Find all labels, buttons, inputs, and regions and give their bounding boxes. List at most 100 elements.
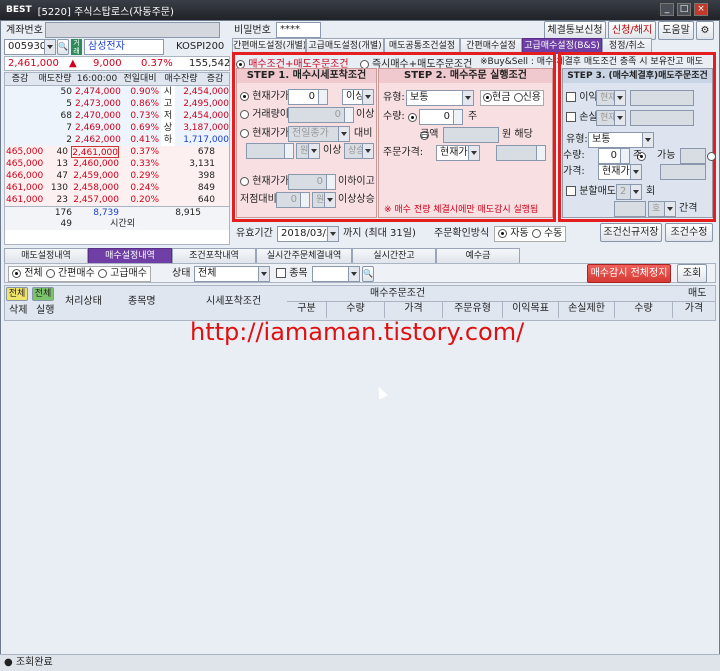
step1-cond-select[interactable]: 이상: [342, 89, 374, 105]
step1-r3: 현재가가: [240, 127, 289, 141]
step3-profit-input[interactable]: [630, 90, 694, 106]
step3-loss-checkbox[interactable]: [566, 112, 576, 122]
step3-profit-select[interactable]: 현재: [596, 90, 626, 106]
tab-bottom-3[interactable]: 조건포착내역: [172, 248, 256, 264]
step1-r2: 거래량이: [240, 108, 289, 122]
step3-loss-input[interactable]: [630, 110, 694, 126]
step3-avail-input[interactable]: [680, 148, 706, 164]
maximize-icon[interactable]: □: [677, 3, 691, 16]
step1-low-input[interactable]: 0: [288, 174, 336, 190]
step1-dir-select[interactable]: 상승: [344, 143, 374, 159]
filter-all-radio[interactable]: [12, 268, 21, 278]
save-condition-button[interactable]: 조건신규저장: [600, 223, 662, 242]
step3-type-select[interactable]: 보통: [588, 132, 654, 148]
ask-area: 50 2,474,000 0.90% 시 2,454,000 5 2,473,000 0.86…: [5, 86, 229, 146]
bid-row[interactable]: 461,000 130 2,458,000 0.24% 849: [5, 182, 229, 194]
select-all-execute-button[interactable]: 전체: [32, 287, 54, 301]
tab-bottom-1[interactable]: 매도설정내역: [4, 248, 88, 264]
step3-interval-unit[interactable]: 호: [648, 201, 676, 217]
step1-rebound-unit[interactable]: 원: [312, 192, 336, 208]
ask-row[interactable]: 68 2,470,000 0.73% 저 2,454,000: [5, 110, 229, 122]
step3-profit-checkbox[interactable]: [566, 92, 576, 102]
step1-radio-1[interactable]: [240, 91, 249, 101]
col-execute: 실행: [36, 305, 55, 316]
step1-unit-select[interactable]: 원: [296, 143, 320, 159]
step2-price-select[interactable]: 현재가: [436, 145, 480, 161]
select-all-delete-button[interactable]: 전체: [6, 287, 28, 301]
close-icon[interactable]: ×: [694, 3, 708, 16]
confirm-manual-radio[interactable]: [531, 228, 541, 238]
bid-row[interactable]: 465,000 13 2,460,000 0.33% 3,131: [5, 158, 229, 170]
step3-qty-input[interactable]: 0: [598, 148, 630, 164]
step1-radio-3[interactable]: [240, 128, 249, 138]
bid-row[interactable]: 461,000 23 2,457,000 0.20% 640: [5, 194, 229, 206]
search-icon[interactable]: 🔍: [57, 39, 69, 55]
step2-qty-label: 수량:: [383, 111, 405, 122]
change-rate: 0.37%: [141, 58, 173, 69]
account-label: 계좌번호: [6, 25, 43, 36]
step2-credit-group: 현금 신용: [480, 90, 544, 106]
step3-split-checkbox[interactable]: [566, 186, 576, 196]
stock-filter: 종목: [276, 267, 308, 281]
step1-volume-input[interactable]: 0: [288, 107, 354, 123]
grid-subcol-1: 구분: [287, 302, 327, 318]
tab-bottom-2[interactable]: 매수설정내역: [88, 248, 172, 264]
stop-all-button[interactable]: 매수감시 전체정지: [587, 264, 671, 283]
step2-type-select[interactable]: 보통: [406, 90, 474, 106]
ask-row[interactable]: 7 2,469,000 0.69% 상 3,187,000: [5, 122, 229, 134]
stock-name: 삼성전자: [84, 39, 164, 55]
bid-row[interactable]: 466,000 47 2,459,000 0.29% 398: [5, 170, 229, 182]
step2-limit-price-input[interactable]: [496, 145, 546, 161]
step1-radio-2[interactable]: [240, 109, 249, 119]
ask-row[interactable]: 2 2,462,000 0.41% 하 1,717,000: [5, 134, 229, 146]
step2-amount-suffix: 원 해당: [502, 129, 533, 140]
edit-condition-button[interactable]: 조건수정: [665, 223, 713, 242]
validity-date-input[interactable]: 2018/03/31: [277, 226, 339, 242]
volume: 155,542: [189, 58, 231, 69]
step2-cash-radio[interactable]: [483, 92, 492, 102]
step1-price-input[interactable]: 0: [288, 89, 328, 105]
confirm-group: 자동 수동: [494, 226, 567, 242]
col-delete: 삭제: [9, 305, 28, 316]
col-state: 처리상태: [65, 296, 102, 307]
col-cond: 시세포착조건: [206, 296, 262, 307]
step1-diff-input[interactable]: [246, 143, 294, 159]
ask-row[interactable]: 5 2,473,000 0.86% 고 2,495,000: [5, 98, 229, 110]
step2-qty-radio[interactable]: [408, 112, 417, 122]
status-select[interactable]: 전체: [194, 266, 270, 282]
step3-interval-input[interactable]: [614, 201, 646, 217]
step1-base-select[interactable]: 전일종가: [288, 126, 350, 142]
step2-qty-input[interactable]: 0: [419, 109, 463, 125]
minimize-icon[interactable]: _: [660, 3, 674, 16]
step1-radio-4[interactable]: [240, 176, 249, 186]
step3-split-select[interactable]: 2: [616, 184, 642, 200]
confirm-auto-radio[interactable]: [498, 228, 507, 238]
tab-bottom-5[interactable]: 실시간잔고: [352, 248, 436, 264]
step1-r5: 저점대비: [240, 194, 277, 205]
account-input[interactable]: [45, 22, 220, 38]
query-button[interactable]: 조회: [677, 264, 707, 283]
step1-r3-suffix: 대비: [354, 128, 373, 139]
bid-row[interactable]: 465,000 40 2,461,000 0.37% 678: [5, 146, 229, 158]
quote-extra: 49 시간외: [5, 218, 229, 230]
tab-bottom-6[interactable]: 예수금: [436, 248, 520, 264]
price-change: 9,000: [93, 58, 122, 69]
filter-advanced-radio[interactable]: [97, 268, 107, 278]
ask-row[interactable]: 50 2,474,000 0.90% 시 2,454,000: [5, 86, 229, 98]
stock-filter-input[interactable]: [312, 266, 360, 282]
tab-bottom-4[interactable]: 실시간주문체결내역: [256, 248, 352, 264]
step3-loss-select[interactable]: 현재: [596, 110, 626, 126]
step2-credit-radio[interactable]: [513, 92, 523, 102]
step1-rebound-input[interactable]: 0: [276, 192, 310, 208]
step1-r4: 현재가가: [240, 175, 289, 189]
step2-amount-input[interactable]: [443, 127, 499, 143]
step3-price-input[interactable]: [660, 164, 706, 180]
stock-code-input[interactable]: 005930: [4, 39, 56, 55]
stock-search-icon[interactable]: 🔍: [362, 266, 374, 282]
step3-avail-radio[interactable]: [706, 151, 716, 161]
status-label: 상태: [172, 268, 191, 279]
password-input[interactable]: ****: [276, 22, 321, 38]
stock-filter-checkbox[interactable]: [276, 268, 286, 278]
step3-price-select[interactable]: 현재가: [598, 164, 642, 180]
filter-simple-radio[interactable]: [45, 268, 55, 278]
